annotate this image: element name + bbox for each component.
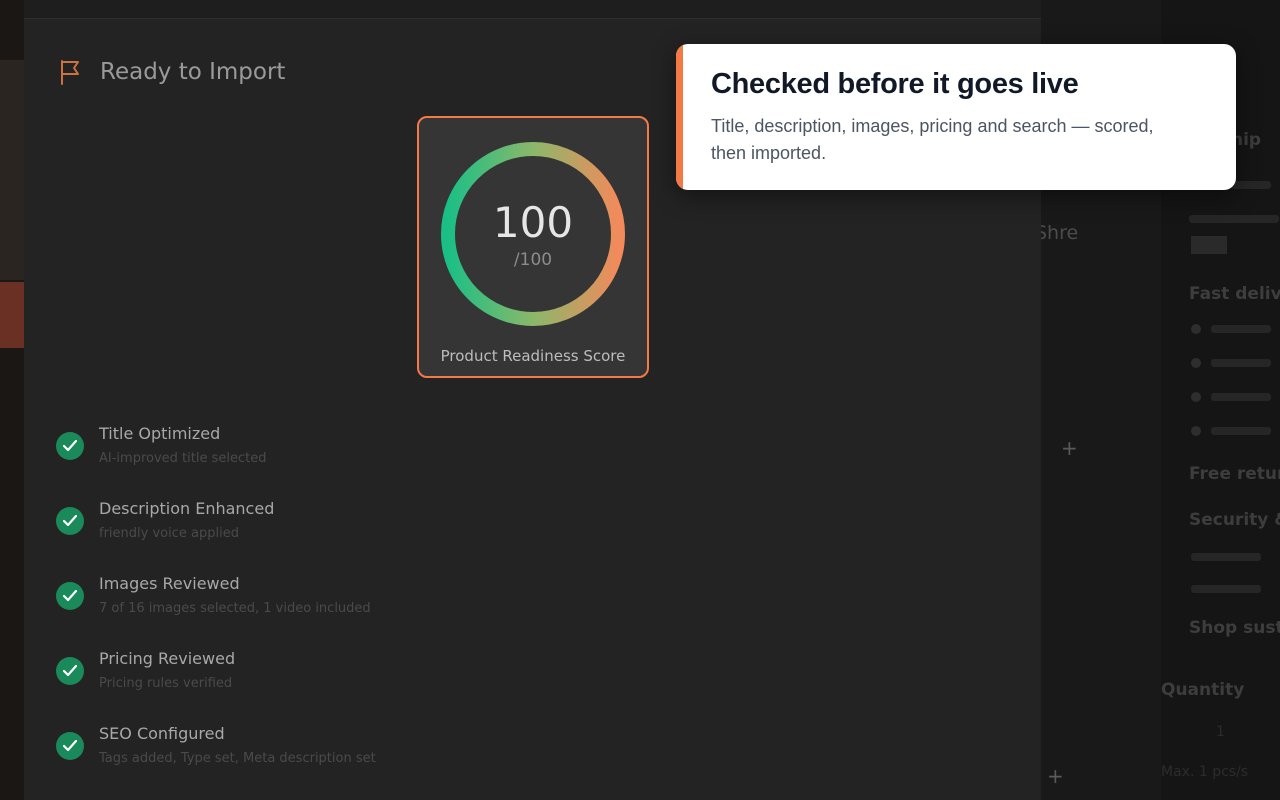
checklist-item-subtitle: Pricing rules verified — [99, 676, 233, 691]
callout-accent-bar — [676, 44, 683, 190]
checklist-item-subtitle: 7 of 16 images selected, 1 video include… — [99, 601, 371, 616]
background-partial-text: Shre — [1035, 222, 1079, 244]
checklist-item-title: Title Optimized AI-improved title select… — [56, 424, 536, 484]
background-quantity-label: Quantity — [1161, 680, 1245, 700]
checklist-item-label: Description Enhanced — [99, 499, 275, 518]
readiness-score-card: 100 /100 Product Readiness Score — [417, 116, 649, 378]
modal-topbar — [24, 0, 1041, 19]
callout-heading: Checked before it goes live — [711, 68, 1079, 100]
checklist-item-label: SEO Configured — [99, 724, 225, 743]
checklist-item-description: Description Enhanced friendly voice appl… — [56, 499, 536, 559]
check-circle-icon — [56, 507, 84, 535]
background-banner-fragment — [0, 282, 24, 348]
check-circle-icon — [56, 657, 84, 685]
background-image-fragment — [0, 60, 24, 280]
check-circle-icon — [56, 582, 84, 610]
modal-header: Ready to Import — [58, 58, 285, 86]
background-panel-item: Fast deliv — [1189, 284, 1280, 304]
background-payment-badge — [1191, 236, 1227, 254]
callout-body: Title, description, images, pricing and … — [711, 116, 1154, 163]
checklist-item-subtitle: Tags added, Type set, Meta description s… — [99, 751, 376, 766]
checklist-item-subtitle: friendly voice applied — [99, 526, 239, 541]
score-label: Product Readiness Score — [440, 347, 626, 365]
background-panel-item: Shop sust — [1189, 618, 1280, 638]
check-circle-icon — [56, 732, 84, 760]
check-circle-icon — [56, 432, 84, 460]
checklist-item-label: Images Reviewed — [99, 574, 240, 593]
background-panel-item: hip — [1231, 130, 1262, 150]
checklist-item-subtitle: AI-improved title selected — [99, 451, 267, 466]
background-panel-item: Free retur — [1189, 464, 1280, 484]
flag-icon — [58, 58, 84, 86]
background-max-note: Max. 1 pcs/s — [1161, 764, 1249, 780]
checklist-item-label: Title Optimized — [99, 424, 221, 443]
background-plus-icon: + — [1061, 436, 1078, 460]
checklist-item-label: Pricing Reviewed — [99, 649, 236, 668]
checklist-item-seo: SEO Configured Tags added, Type set, Met… — [56, 724, 536, 784]
checklist-item-pricing: Pricing Reviewed Pricing rules verified — [56, 649, 536, 709]
score-max: /100 — [513, 250, 553, 270]
background-left-edge — [0, 0, 24, 800]
checklist-item-images: Images Reviewed 7 of 16 images selected,… — [56, 574, 536, 634]
background-panel-item: Security & — [1189, 510, 1280, 530]
feature-callout: Checked before it goes live Title, descr… — [676, 44, 1236, 190]
background-plus-icon: + — [1047, 764, 1064, 788]
score-value: 100 — [492, 198, 574, 247]
background-quantity-value: 1 — [1216, 724, 1225, 740]
modal-title: Ready to Import — [100, 59, 286, 85]
